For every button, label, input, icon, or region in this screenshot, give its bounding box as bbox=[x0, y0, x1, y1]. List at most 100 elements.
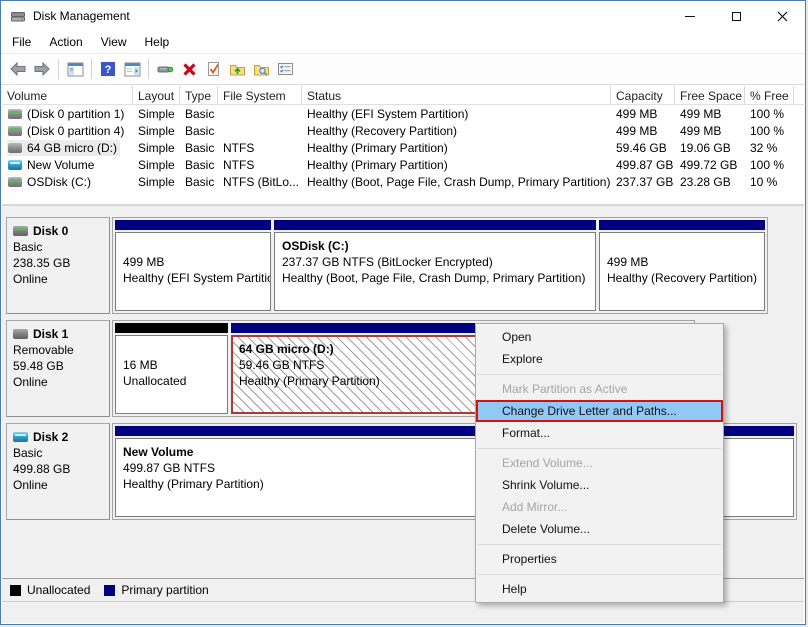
disk0-header[interactable]: Disk 0 Basic 238.35 GB Online bbox=[6, 217, 110, 314]
menu-item-open[interactable]: Open bbox=[476, 326, 723, 348]
column-header-volume[interactable]: Volume bbox=[2, 86, 133, 104]
show-action-pane-button[interactable] bbox=[120, 57, 144, 81]
partition-unallocated[interactable]: 16 MB Unallocated bbox=[115, 323, 228, 414]
properties-list-icon bbox=[277, 63, 293, 75]
menu-item-change-drive-letter-and-paths[interactable]: Change Drive Letter and Paths... bbox=[476, 400, 723, 422]
disk2-header[interactable]: Disk 2 Basic 499.88 GB Online bbox=[6, 423, 110, 520]
primary-partition-bar bbox=[599, 220, 765, 230]
partition-efi[interactable]: 499 MB Healthy (EFI System Partition) bbox=[115, 220, 271, 311]
column-header-type[interactable]: Type bbox=[180, 86, 218, 104]
open-button[interactable] bbox=[225, 57, 249, 81]
menu-item-extend-volume: Extend Volume... bbox=[502, 456, 593, 470]
partition-name: OSDisk (C:) bbox=[282, 239, 349, 253]
menu-item-explore[interactable]: Explore bbox=[476, 348, 723, 370]
minimize-button[interactable] bbox=[667, 1, 713, 31]
mark-partition-active-button[interactable] bbox=[201, 57, 225, 81]
cell-layout: Simple bbox=[138, 140, 175, 155]
app-icon bbox=[11, 12, 25, 22]
maximize-button[interactable] bbox=[713, 1, 759, 31]
menu-bar: File Action View Help bbox=[1, 31, 805, 53]
help-button[interactable]: ? bbox=[96, 57, 120, 81]
menu-file[interactable]: File bbox=[3, 32, 40, 52]
delete-x-icon bbox=[182, 62, 196, 76]
column-header-pct-free[interactable]: % Free bbox=[745, 86, 794, 104]
delete-volume-button[interactable] bbox=[177, 57, 201, 81]
disk-state: Online bbox=[13, 272, 48, 286]
volume-drive-icon bbox=[8, 142, 22, 153]
window-title: Disk Management bbox=[33, 9, 130, 23]
forward-arrow-icon bbox=[34, 61, 50, 77]
column-header-capacity[interactable]: Capacity bbox=[611, 86, 675, 104]
rescan-disks-button[interactable] bbox=[153, 57, 177, 81]
volume-drive-icon bbox=[8, 125, 22, 136]
unallocated-bar bbox=[115, 323, 228, 333]
status-bar bbox=[2, 601, 804, 623]
cell-pct-free: 100 % bbox=[750, 157, 785, 172]
menu-item-delete-volume[interactable]: Delete Volume... bbox=[476, 518, 723, 540]
table-row[interactable]: New Volume Simple Basic NTFS Healthy (Pr… bbox=[2, 156, 804, 173]
cell-capacity: 499 MB bbox=[616, 123, 658, 138]
menu-help[interactable]: Help bbox=[136, 32, 179, 52]
menu-item-properties[interactable]: Properties bbox=[476, 548, 723, 570]
primary-partition-bar bbox=[274, 220, 596, 230]
cell-capacity: 499.87 GB bbox=[616, 157, 674, 172]
menu-action[interactable]: Action bbox=[40, 32, 91, 52]
cell-free-space: 499 MB bbox=[680, 123, 722, 138]
forward-button[interactable] bbox=[30, 57, 54, 81]
cell-file-system: NTFS (BitLo... bbox=[223, 174, 300, 189]
partition-size: 16 MB bbox=[123, 358, 158, 372]
table-row[interactable]: (Disk 0 partition 4) Simple Basic Health… bbox=[2, 122, 804, 139]
toolbar-separator bbox=[58, 59, 59, 79]
menu-view[interactable]: View bbox=[92, 32, 136, 52]
explore-folder-icon bbox=[253, 64, 269, 75]
help-icon: ? bbox=[101, 62, 115, 76]
disk1-header[interactable]: Disk 1 Removable 59.48 GB Online bbox=[6, 320, 110, 417]
column-header-free-space[interactable]: Free Space bbox=[675, 86, 745, 104]
checkmark-document-icon bbox=[207, 62, 219, 76]
cell-pct-free: 32 % bbox=[750, 140, 778, 155]
column-header-status[interactable]: Status bbox=[302, 86, 611, 104]
console-tree-icon bbox=[67, 62, 83, 76]
back-button[interactable] bbox=[6, 57, 30, 81]
cell-file-system: NTFS bbox=[223, 157, 255, 172]
properties-button[interactable] bbox=[273, 57, 297, 81]
explore-button[interactable] bbox=[249, 57, 273, 81]
disk-kind: Basic bbox=[13, 446, 43, 460]
volume-drive-icon bbox=[8, 159, 22, 170]
table-row[interactable]: (Disk 0 partition 1) Simple Basic Health… bbox=[2, 105, 804, 122]
volume-drive-icon bbox=[8, 176, 22, 187]
partition-osdisk-c[interactable]: OSDisk (C:) 237.37 GB NTFS (BitLocker En… bbox=[274, 220, 596, 311]
menu-separator bbox=[478, 574, 721, 575]
toolbar-separator bbox=[91, 59, 92, 79]
disk-management-window: Disk Management File Action View Help ? … bbox=[0, 0, 806, 625]
column-header-layout[interactable]: Layout bbox=[133, 86, 180, 104]
volume-name: OSDisk (C:) bbox=[27, 174, 91, 189]
column-header-file-system[interactable]: File System bbox=[218, 86, 302, 104]
disk-kind: Removable bbox=[13, 343, 74, 357]
partition-status: Healthy (Recovery Partition) bbox=[607, 271, 758, 285]
close-button[interactable] bbox=[759, 1, 805, 31]
menu-item-shrink-volume[interactable]: Shrink Volume... bbox=[476, 474, 723, 496]
table-row-selected[interactable]: 64 GB micro (D:) Simple Basic NTFS Healt… bbox=[2, 139, 804, 156]
primary-partition-bar bbox=[115, 220, 271, 230]
menu-item-help[interactable]: Help bbox=[476, 578, 723, 600]
cell-pct-free: 10 % bbox=[750, 174, 778, 189]
primary-partition-swatch bbox=[104, 584, 116, 596]
cell-free-space: 499 MB bbox=[680, 106, 722, 121]
volume-drive-icon bbox=[8, 108, 22, 119]
rescan-disks-icon bbox=[157, 66, 174, 73]
cell-capacity: 237.37 GB bbox=[616, 174, 674, 189]
cell-status: Healthy (Primary Partition) bbox=[307, 140, 448, 155]
menu-separator bbox=[478, 448, 721, 449]
partition-status: Healthy (EFI System Partition) bbox=[123, 271, 271, 285]
disk-name: Disk 2 bbox=[33, 430, 69, 444]
cell-type: Basic bbox=[185, 123, 215, 138]
partition-recovery[interactable]: 499 MB Healthy (Recovery Partition) bbox=[599, 220, 765, 311]
table-row[interactable]: OSDisk (C:) Simple Basic NTFS (BitLo... … bbox=[2, 173, 804, 190]
cell-layout: Simple bbox=[138, 106, 175, 121]
legend-label-primary: Primary partition bbox=[121, 583, 209, 597]
menu-item-format[interactable]: Format... bbox=[476, 422, 723, 444]
show-console-tree-button[interactable] bbox=[63, 57, 87, 81]
partition-size: 499 MB bbox=[123, 255, 165, 269]
cell-layout: Simple bbox=[138, 157, 175, 172]
